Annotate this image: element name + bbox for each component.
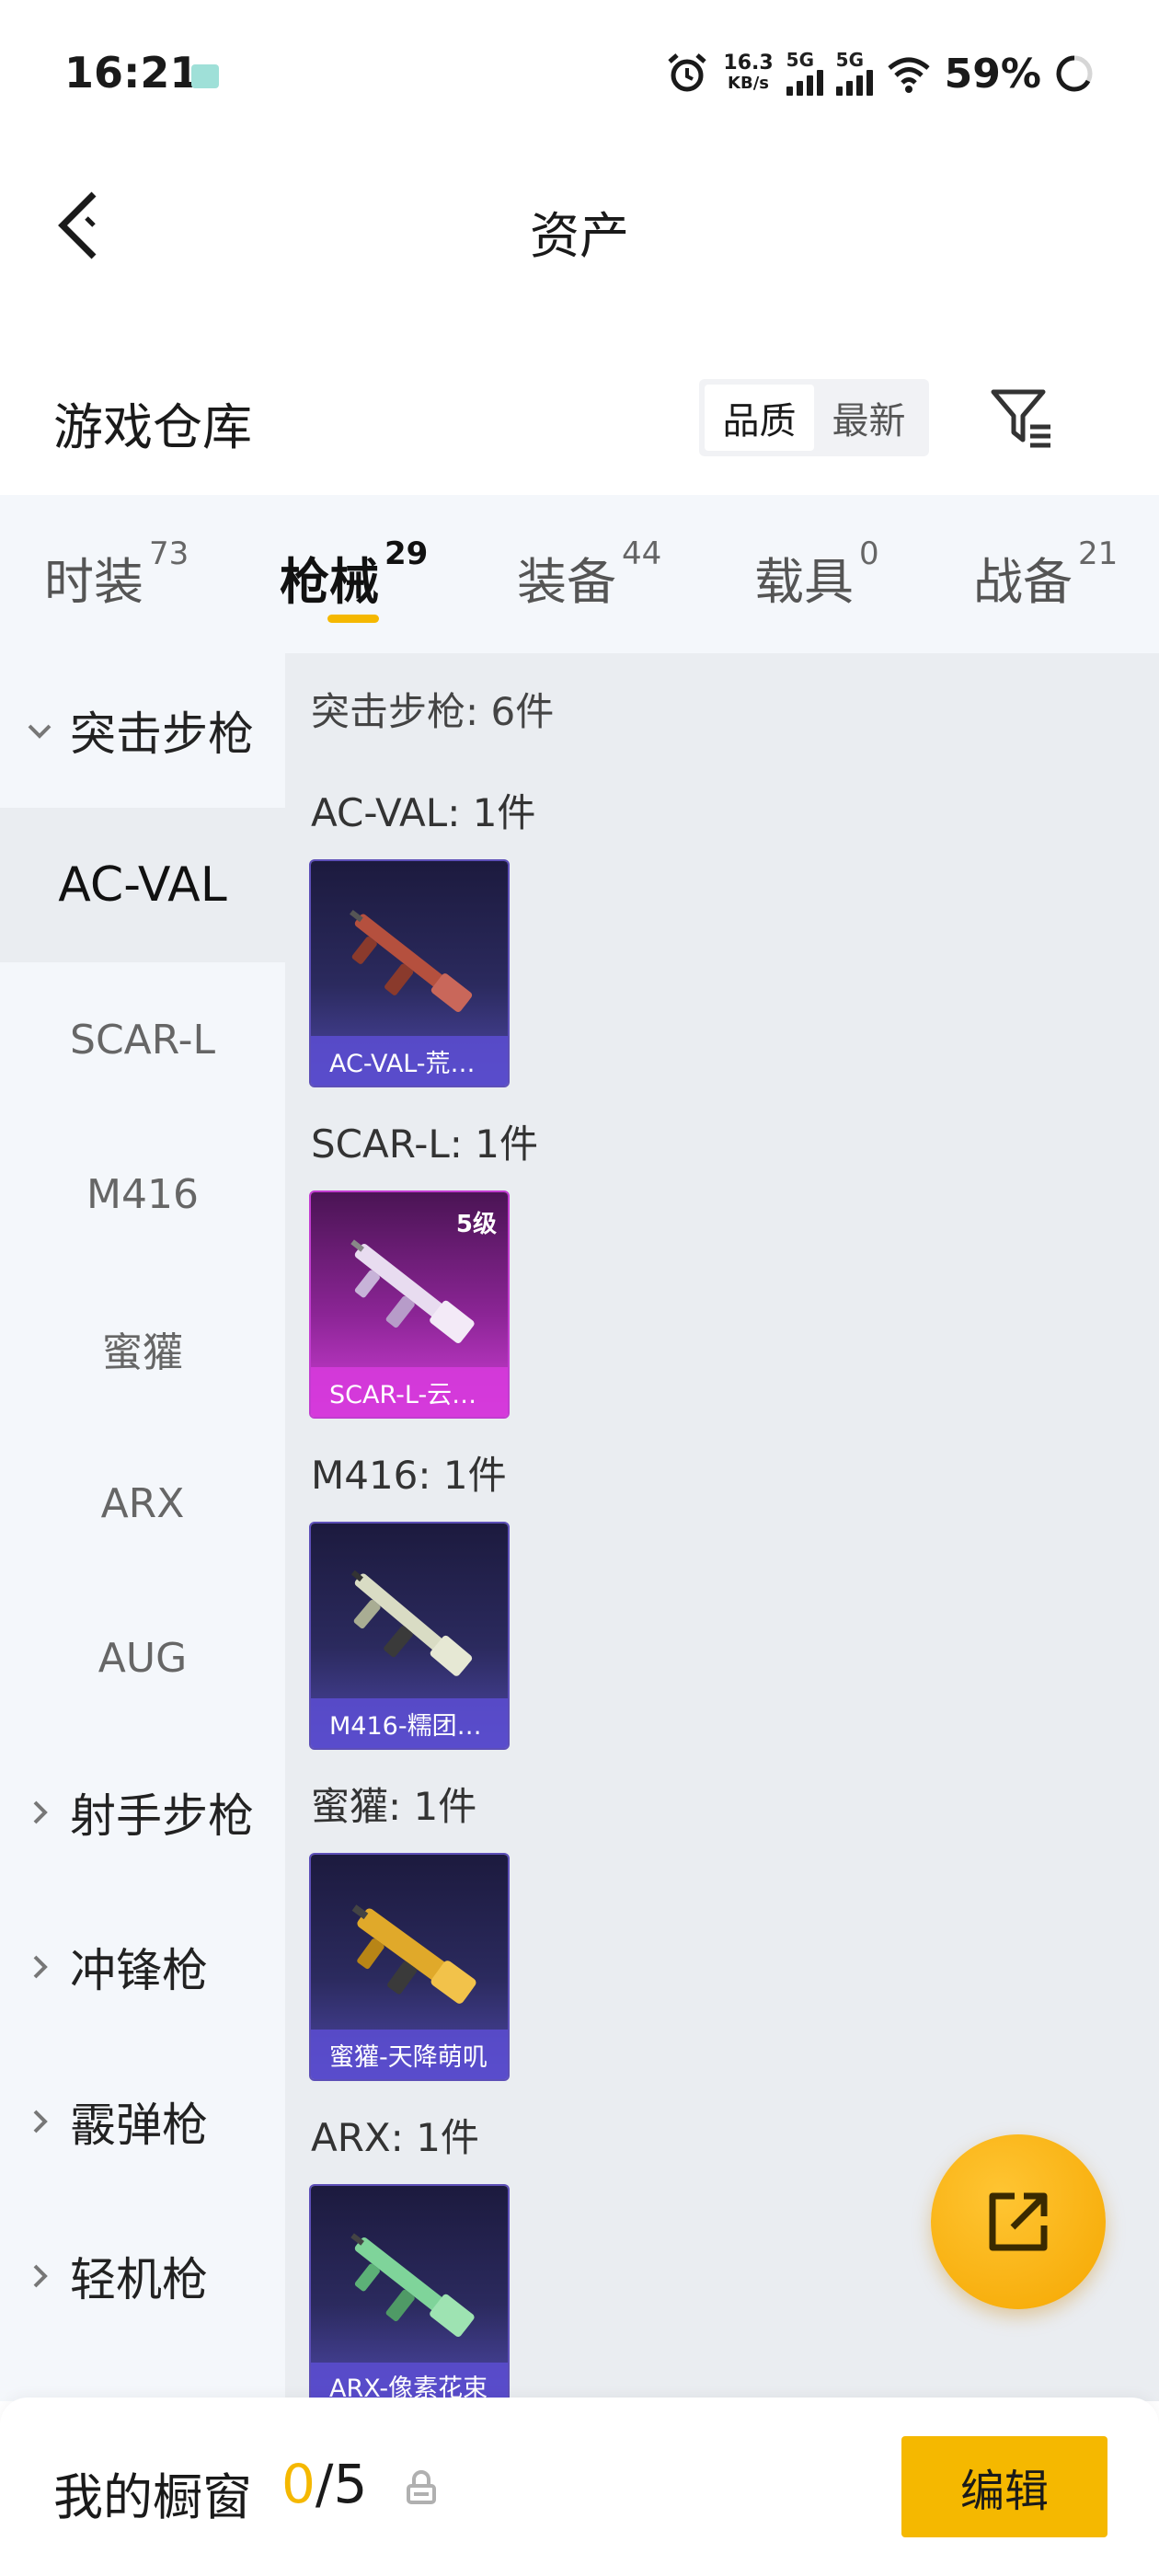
chevron-right-icon [33,2264,48,2288]
showcase-total: /5 [315,2453,368,2515]
skin-name: 蜜獾-天降萌叽 [311,2030,508,2079]
app-notification-icon [191,64,219,88]
tab-count: 73 [149,535,189,572]
skin-card[interactable]: 5级 SCAR-L-云… [309,1190,510,1419]
status-indicators: 16.3 KB/s 5G 5G 59% [664,46,1095,101]
weapon-category-sidebar: 突击步枪 AC-VAL SCAR-L M416 蜜獾 ARX AUG 射手步枪 … [0,653,285,2401]
chevron-right-icon [33,1800,48,1824]
chevron-right-icon [33,1955,48,1979]
page-header: 资产 [0,147,1159,304]
rifle-icon [350,1239,475,1344]
showcase-label: 我的橱窗 [53,2468,252,2526]
skin-card[interactable]: 蜜獾-天降萌叽 [309,1853,510,2081]
tab-label: 时装 [44,553,143,611]
sidebar-group-label: 突击步枪 [70,707,254,761]
tab-count: 0 [859,535,879,572]
category-tabs: 时装 73 枪械 29 装备 44 载具 0 战备 21 [0,495,1159,653]
signal-1: 5G [786,49,823,96]
tab-equipment[interactable]: 装备 44 [517,535,661,614]
filter-icon [991,389,1050,448]
rifle-icon [350,1570,473,1676]
skin-level-badge: 5级 [455,1211,497,1238]
alarm-icon [668,53,707,92]
net-speed-unit: KB/s [728,74,770,93]
wifi-icon [888,57,930,93]
sidebar-group-label: 霰弹枪 [70,2099,208,2152]
category-count-heading: 突击步枪: 6件 [311,689,555,734]
skin-name: SCAR-L-云… [311,1367,508,1417]
skin-card[interactable]: AC-VAL-荒… [309,859,510,1087]
skin-name: AC-VAL-荒… [311,1036,508,1086]
filter-button[interactable] [988,385,1056,453]
tab-combat-gear[interactable]: 战备 21 [973,535,1118,614]
tab-firearms[interactable]: 枪械 29 [280,535,428,614]
signal-2-label: 5G [835,49,865,71]
net-speed: 16.3 KB/s [723,53,773,94]
sort-newest-button[interactable]: 最新 [814,385,924,451]
sidebar-group-label: 轻机枪 [70,2253,208,2306]
skin-card[interactable]: ARX-像素花束 [309,2184,510,2401]
sidebar-item-ac-val[interactable]: AC-VAL [0,808,285,962]
rifle-icon [350,909,473,1013]
sidebar-group-label: 射手步枪 [70,1789,254,1843]
page-title: 资产 [530,207,629,265]
share-button[interactable] [931,2134,1106,2309]
sidebar-group-label: 冲锋枪 [70,1944,208,1997]
lock-icon [407,2470,436,2504]
tab-label: 装备 [517,553,616,611]
weapon-group-label: ARX: 1件 [311,2115,479,2160]
tab-count: 21 [1078,535,1119,572]
tab-label: 战备 [973,553,1073,611]
sidebar-item-arx[interactable]: ARX [0,1426,285,1581]
tab-count: 29 [384,535,429,572]
battery-ring-icon [1056,55,1093,92]
skin-card[interactable]: M416-糯团… [309,1522,510,1750]
rifle-icon [350,2233,475,2338]
weapon-group-label: 蜜獾: 1件 [311,1784,477,1829]
skin-name: M416-糯团… [311,1698,508,1748]
tab-vehicles[interactable]: 载具 0 [754,535,879,614]
tab-label: 载具 [754,553,854,611]
tab-fashion[interactable]: 时装 73 [44,535,189,614]
skin-name: ARX-像素花束 [311,2363,508,2401]
section-title: 游戏仓库 [53,398,252,456]
sort-toggle: 品质 最新 [699,379,929,456]
share-external-icon [989,2192,1048,2251]
showcase-current: 0 [281,2453,316,2515]
sidebar-group-smg[interactable]: 冲锋枪 [0,1890,285,2044]
net-speed-value: 16.3 [723,52,774,75]
sidebar-item-aug[interactable]: AUG [0,1581,285,1735]
tab-count: 44 [622,535,662,572]
active-tab-indicator [327,615,379,623]
chevron-down-icon [28,724,52,739]
sidebar-group-lmg[interactable]: 轻机枪 [0,2199,285,2353]
tab-label: 枪械 [280,553,379,611]
status-time: 16:21 [64,48,200,98]
status-bar: 16:21 16.3 KB/s 5G 5G 59% [0,0,1159,147]
signal-1-label: 5G [786,49,815,71]
sidebar-item-scar-l[interactable]: SCAR-L [0,962,285,1117]
showcase-bar: 我的橱窗 0/5 编辑 [0,2398,1159,2576]
signal-bars-icon [786,68,823,96]
showcase-count: 0/5 [281,2453,367,2515]
weapon-group-label: SCAR-L: 1件 [311,1121,538,1167]
weapon-group-label: AC-VAL: 1件 [311,790,536,835]
sidebar-group-marksman-rifles[interactable]: 射手步枪 [0,1735,285,1890]
sidebar-item-m416[interactable]: M416 [0,1117,285,1271]
weapon-group-label: M416: 1件 [311,1453,507,1498]
sidebar-group-shotguns[interactable]: 霰弹枪 [0,2044,285,2199]
sort-quality-button[interactable]: 品质 [705,385,814,451]
sidebar-group-assault-rifles[interactable]: 突击步枪 [0,653,285,808]
chevron-right-icon [33,2110,48,2133]
rifle-icon [351,1904,476,2004]
battery-percent: 59% [944,50,1041,98]
sidebar-item-honey-badger[interactable]: 蜜獾 [0,1271,285,1426]
signal-bars-icon [835,68,873,96]
edit-button[interactable]: 编辑 [901,2436,1107,2537]
signal-2: 5G [835,49,873,96]
